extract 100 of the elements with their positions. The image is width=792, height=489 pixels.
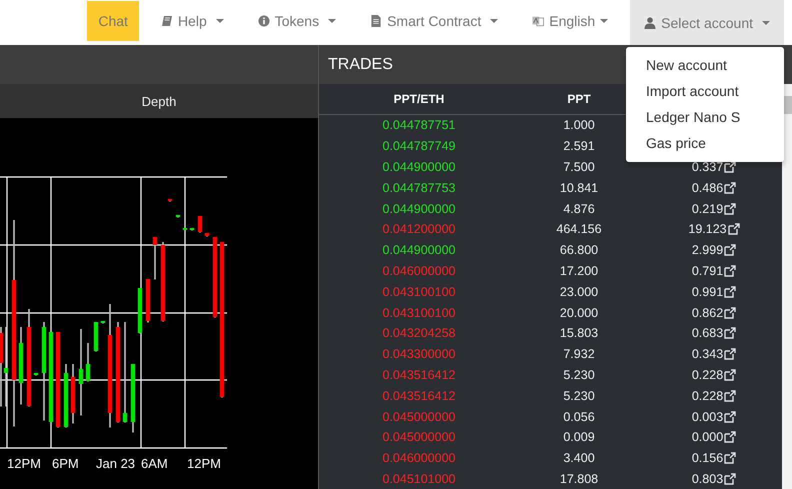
price-cell-text: 0.043204258 — [382, 326, 456, 340]
panel-title: TRADES — [328, 56, 393, 74]
nav-dropdown[interactable]: Help — [148, 0, 236, 42]
nav-dropdown[interactable]: English — [520, 0, 620, 42]
amount-cell-text: 7.932 — [562, 347, 596, 362]
amount-cell-text: 1.000 — [562, 118, 596, 132]
total-cell: 0.228 — [692, 388, 724, 403]
amount-cell-text: 4.876 — [562, 202, 596, 216]
total-cell: 2.999 — [692, 243, 724, 258]
total-cell: 0.683 — [692, 326, 724, 340]
axis-label: 12PM — [7, 456, 41, 471]
total-cell: 0.862 — [692, 306, 724, 320]
chat-button[interactable]: Chat — [87, 1, 139, 41]
nav-dropdown[interactable]: Smart Contract — [358, 0, 510, 42]
amount-cell-text: 0.056 — [562, 410, 596, 424]
price-cell-text: 0.043300000 — [382, 347, 456, 362]
external-link-icon[interactable] — [724, 306, 736, 319]
amount-cell-text: 3.400 — [562, 451, 596, 466]
price-cell-text: 0.044900000 — [382, 243, 456, 258]
candlestick — [168, 199, 172, 202]
total-cell: 0.228 — [692, 368, 724, 382]
total-cell: 19.123 — [688, 222, 727, 236]
candlestick — [130, 364, 136, 432]
amount-cell-text: 7.500 — [562, 160, 596, 174]
amount-cell-text: 0.009 — [562, 430, 596, 444]
amount-cell-text: 464.156 — [555, 222, 603, 236]
price-cell-text: 0.044787751 — [382, 118, 456, 132]
candlestick — [94, 322, 98, 352]
candlestick — [176, 215, 180, 218]
total-cell: 0.803 — [692, 472, 724, 486]
candlestick — [100, 321, 106, 324]
column-header: PPT — [566, 92, 592, 106]
candlestick — [204, 233, 210, 236]
axis-label: 12PM — [187, 456, 221, 471]
axis-label: 6PM — [52, 456, 79, 471]
candlestick — [138, 288, 142, 334]
menu-item[interactable]: Gas price — [626, 131, 784, 157]
candlestick — [152, 237, 158, 280]
external-link-icon[interactable] — [724, 244, 736, 256]
axis-label: Jan 23 — [96, 456, 136, 471]
total-cell: 0.791 — [692, 264, 724, 278]
total-cell: 0.000 — [692, 430, 724, 444]
external-link-icon[interactable] — [724, 286, 736, 298]
amount-cell-text: 2.591 — [562, 139, 596, 154]
external-link-icon[interactable] — [724, 368, 736, 381]
axis-label: 6AM — [141, 456, 168, 471]
candlestick — [34, 373, 38, 376]
external-link-icon[interactable] — [724, 160, 736, 173]
translate-icon — [532, 15, 544, 27]
nav-dropdown[interactable]: Tokens — [246, 0, 348, 42]
candlestick — [64, 364, 68, 428]
price-cell-text: 0.041200000 — [382, 222, 456, 236]
total-cell: 0.486 — [692, 180, 724, 195]
total-cell: 0.343 — [692, 347, 724, 362]
external-link-icon[interactable] — [724, 410, 736, 423]
total-cell: 0.219 — [692, 202, 724, 216]
price-cell-text: 0.045000000 — [382, 410, 456, 424]
amount-cell-text: 17.200 — [558, 264, 600, 278]
total-cell: 0.991 — [692, 284, 724, 299]
amount-cell-text: 17.808 — [558, 472, 600, 486]
total-cell: 0.156 — [692, 451, 724, 466]
amount-cell-text: 5.230 — [562, 388, 596, 403]
price-cell-text: 0.044900000 — [382, 202, 456, 216]
price-cell-text: 0.046000000 — [382, 264, 456, 278]
price-cell-text: 0.043100100 — [382, 284, 456, 299]
candlestick — [198, 216, 202, 232]
document-icon — [370, 15, 382, 27]
nav-dropdown[interactable]: Select account — [630, 0, 784, 45]
price-cell-text: 0.046000000 — [382, 451, 456, 466]
external-link-icon[interactable] — [724, 182, 736, 194]
column-header: PPT/ETH — [392, 92, 446, 106]
external-link-icon[interactable] — [724, 264, 736, 277]
total-cell: 0.337 — [692, 160, 724, 174]
menu-item[interactable]: New account — [626, 53, 784, 79]
amount-cell-text: 66.800 — [558, 243, 600, 258]
price-cell-text: 0.044900000 — [382, 160, 456, 174]
depth-tab[interactable]: Depth — [142, 94, 176, 108]
amount-cell-text: 20.000 — [558, 306, 600, 320]
price-cell-text: 0.043516412 — [382, 368, 456, 382]
external-link-icon[interactable] — [724, 390, 736, 402]
candlestick — [146, 279, 150, 322]
external-link-icon[interactable] — [724, 472, 736, 485]
amount-cell-text: 10.841 — [558, 180, 600, 195]
user-icon — [644, 16, 656, 28]
external-link-icon[interactable] — [724, 348, 736, 360]
amount-cell-text: 15.803 — [558, 326, 600, 340]
external-link-icon[interactable] — [724, 431, 736, 444]
book-icon — [160, 15, 173, 27]
total-cell: 0.003 — [692, 410, 724, 424]
price-cell-text: 0.044787753 — [382, 180, 456, 195]
menu-item[interactable]: Ledger Nano S — [626, 105, 784, 131]
price-cell-text: 0.045101000 — [382, 472, 456, 486]
external-link-icon[interactable] — [724, 452, 736, 464]
amount-cell-text: 5.230 — [562, 368, 596, 382]
scrollbar[interactable] — [782, 84, 792, 489]
external-link-icon[interactable] — [728, 223, 740, 236]
menu-item[interactable]: Import account — [626, 79, 784, 105]
external-link-icon[interactable] — [724, 202, 736, 215]
price-cell-text: 0.044787749 — [382, 139, 456, 154]
external-link-icon[interactable] — [724, 327, 736, 340]
